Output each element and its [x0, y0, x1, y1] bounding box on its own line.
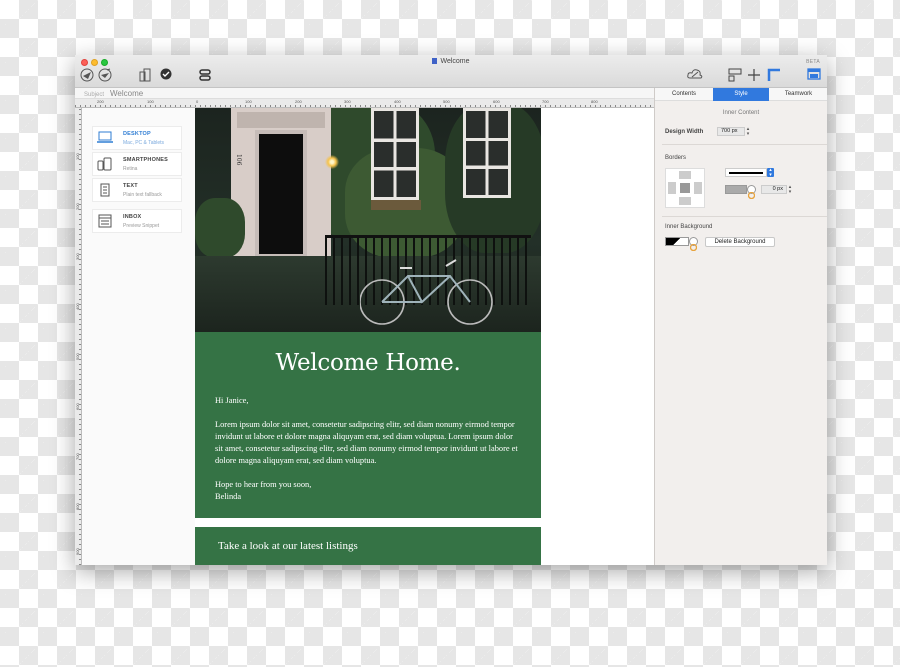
email-canvas: 106 Welcome Home. Hi Janice, Lorem ipsum…	[195, 108, 654, 565]
vertical-ruler: 100 200 300 400 500 600 700 800 900	[75, 108, 82, 565]
listings-section[interactable]: Take a look at our latest listings	[195, 527, 541, 565]
border-style-select[interactable]	[725, 168, 767, 177]
ruler-tick: 500	[443, 99, 450, 104]
device-subtitle: Preview Snippet	[123, 223, 160, 229]
design-width-stepper[interactable]: ▴ ▾	[745, 127, 751, 137]
house-window	[463, 108, 511, 198]
window-title: Welcome	[75, 58, 827, 65]
email-signature[interactable]: Belinda	[215, 491, 521, 503]
device-subtitle: Retina	[123, 166, 138, 172]
ruler-tick: 400	[75, 303, 80, 310]
color-wheel-icon[interactable]	[747, 185, 756, 200]
border-sides-selector[interactable]	[665, 168, 705, 208]
listings-heading[interactable]: Take a look at our latest listings	[218, 540, 358, 552]
check-icon[interactable]	[158, 68, 173, 83]
section-spacer	[195, 518, 541, 527]
device-sidebar: DESKTOP Mac, PC & Tablets SMARTPHONES Re…	[82, 108, 195, 565]
background-color-swatch[interactable]	[665, 237, 689, 246]
ruler-tick: 200	[295, 99, 302, 104]
ruler-tick: 200	[75, 203, 80, 210]
inspector-tabs: Contents Style Teamwork	[655, 88, 827, 101]
tab-style[interactable]: Style	[713, 88, 769, 101]
inspector-panel: Contents Style Teamwork Inner Content De…	[654, 88, 827, 565]
panel-divider	[662, 216, 827, 217]
email-closing[interactable]: Hope to hear from you soon,	[215, 479, 521, 491]
inspector-toggle-icon[interactable]	[806, 68, 821, 83]
device-title: DESKTOP	[123, 131, 151, 137]
device-title: TEXT	[123, 183, 138, 189]
device-desktop[interactable]: DESKTOP Mac, PC & Tablets	[92, 126, 182, 150]
ruler-tick: 200	[97, 99, 104, 104]
ruler-tick: 600	[75, 403, 80, 410]
phone-icon	[97, 157, 113, 171]
inbox-icon	[97, 214, 113, 228]
subject-label: Subject	[84, 92, 105, 98]
device-text[interactable]: TEXT Plain text fallback	[92, 178, 182, 202]
tab-contents[interactable]: Contents	[655, 88, 713, 101]
device-inbox[interactable]: INBOX Preview Snippet	[92, 209, 182, 233]
house-window	[371, 108, 419, 200]
add-crosshair-icon[interactable]	[746, 68, 761, 83]
ruler-tick: 0	[196, 99, 199, 104]
document-icon	[432, 58, 438, 64]
ruler-tick: 900	[75, 548, 80, 555]
email-paragraph[interactable]: Lorem ipsum dolor sit amet, consetetur s…	[215, 419, 521, 467]
inner-background-label: Inner Background	[665, 224, 713, 230]
porch-lamp	[325, 155, 339, 169]
layout-icon[interactable]	[727, 68, 742, 83]
border-style-dropdown-icon[interactable]: ▴ ▾	[767, 168, 774, 177]
device-title: SMARTPHONES	[123, 157, 168, 163]
ruler-tick: 500	[75, 353, 80, 360]
send-campaign-icon[interactable]	[97, 68, 112, 83]
cloud-sync-icon[interactable]	[687, 68, 703, 83]
subject-value[interactable]: Welcome	[110, 89, 143, 98]
text-document-icon	[97, 183, 113, 197]
house-number: 106	[235, 154, 242, 166]
border-width-stepper[interactable]: ▴ ▾	[787, 185, 793, 195]
device-title: INBOX	[123, 214, 142, 220]
ruler-tick: 300	[344, 99, 351, 104]
laptop-icon	[97, 131, 113, 145]
ruler-tick: 700	[542, 99, 549, 104]
color-wheel-icon[interactable]	[689, 237, 698, 252]
email-greeting[interactable]: Hi Janice,	[215, 395, 521, 407]
blocks-icon[interactable]	[197, 68, 212, 83]
send-test-icon[interactable]	[79, 68, 94, 83]
device-subtitle: Mac, PC & Tablets	[123, 140, 165, 146]
title-bar: Welcome BETA	[75, 55, 827, 88]
beta-badge: BETA	[806, 59, 820, 65]
ruler-tick: 800	[591, 99, 598, 104]
horizontal-ruler: 200 100 0 100 200 300 400 500 600 700 80…	[75, 99, 654, 108]
welcome-section[interactable]: Welcome Home. Hi Janice, Lorem ipsum dol…	[195, 332, 541, 518]
bicycle	[360, 259, 493, 325]
ruler-tick: 400	[394, 99, 401, 104]
front-door	[255, 130, 307, 258]
ruler-tick: 300	[75, 253, 80, 260]
ruler-tick: 700	[75, 453, 80, 460]
design-width-label: Design Width	[665, 129, 704, 135]
email-headline[interactable]: Welcome Home.	[195, 350, 541, 376]
design-width-field[interactable]: 700 px	[717, 127, 745, 136]
border-width-field[interactable]: 0 px	[761, 185, 787, 194]
ruler-tick: 800	[75, 503, 80, 510]
device-subtitle: Plain text fallback	[123, 192, 162, 198]
borders-label: Borders	[665, 155, 687, 161]
ruler-tick: 100	[147, 99, 154, 104]
inspector-section-title: Inner Content	[722, 110, 760, 116]
ruler-tick: 100	[75, 153, 80, 160]
email-template: 106 Welcome Home. Hi Janice, Lorem ipsum…	[195, 108, 541, 565]
ruler-tick: 600	[493, 99, 500, 104]
preview-devices-icon[interactable]	[137, 68, 152, 83]
device-smartphones[interactable]: SMARTPHONES Retina	[92, 152, 182, 176]
subject-bar[interactable]: Subject Welcome	[75, 88, 654, 99]
tab-teamwork[interactable]: Teamwork	[769, 88, 827, 101]
delete-background-button[interactable]: Delete Background	[705, 237, 775, 247]
app-window: Welcome BETA Subject Welcome 200 100 0 1…	[75, 55, 827, 565]
ruler-tick: 100	[245, 99, 252, 104]
hero-image[interactable]: 106	[195, 108, 541, 332]
corner-guides-icon[interactable]	[766, 68, 781, 83]
border-color-swatch[interactable]	[725, 185, 747, 194]
panel-divider	[662, 144, 827, 145]
